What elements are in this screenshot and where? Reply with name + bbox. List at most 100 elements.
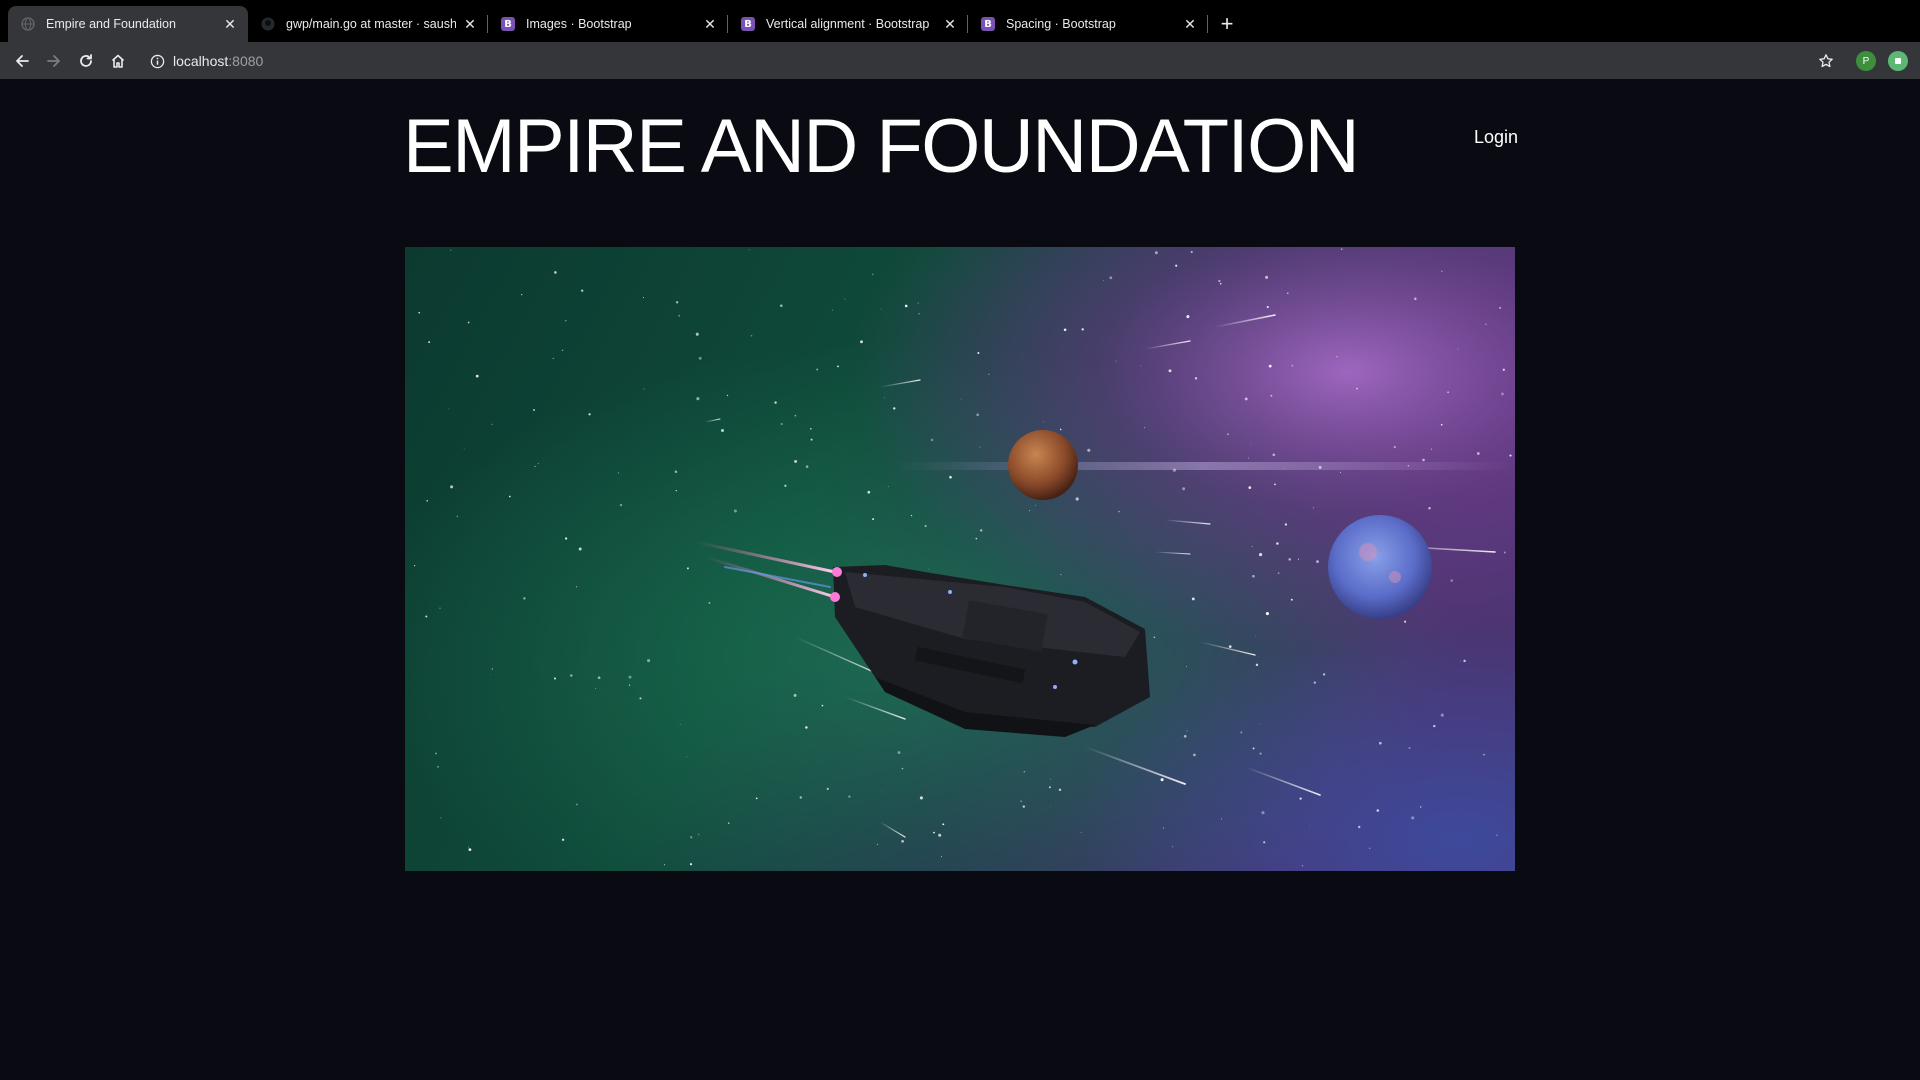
star: [1218, 279, 1221, 283]
space-scene-image: [405, 247, 1515, 871]
star: [1274, 483, 1276, 486]
star: [1144, 427, 1146, 429]
star: [733, 509, 737, 513]
star: [475, 374, 479, 378]
star: [1118, 510, 1120, 513]
reload-button[interactable]: [72, 47, 100, 75]
globe-icon: [20, 16, 36, 32]
star: [1023, 770, 1026, 773]
url-host: localhost: [173, 53, 229, 69]
star: [1081, 328, 1084, 331]
tab-title: Spacing · Bootstrap: [1006, 17, 1116, 31]
home-button[interactable]: [104, 47, 132, 75]
login-link[interactable]: Login: [1474, 127, 1518, 148]
star: [1440, 423, 1443, 426]
star: [1252, 747, 1255, 750]
star: [917, 302, 919, 304]
close-icon[interactable]: ✕: [702, 16, 718, 32]
star: [1248, 486, 1252, 489]
star: [594, 687, 597, 690]
tab-vertical-alignment-bootstrap[interactable]: B Vertical alignment · Bootstrap ✕: [728, 6, 968, 42]
profile-avatar[interactable]: P: [1856, 51, 1876, 71]
github-icon: [260, 16, 276, 32]
close-icon[interactable]: ✕: [222, 16, 238, 32]
forward-button[interactable]: [40, 47, 68, 75]
star: [1288, 558, 1291, 561]
info-icon[interactable]: [150, 54, 165, 69]
star: [674, 470, 678, 474]
star: [1431, 448, 1432, 450]
tab-empire-and-foundation[interactable]: Empire and Foundation ✕: [8, 6, 248, 42]
star: [1368, 847, 1371, 850]
star: [1259, 752, 1262, 755]
star: [1378, 741, 1382, 745]
star: [805, 726, 808, 729]
star: [904, 304, 908, 308]
star: [561, 838, 565, 841]
star: [639, 697, 642, 700]
star: [456, 515, 458, 518]
star: [1276, 542, 1279, 545]
star: [435, 752, 437, 755]
star: [880, 308, 882, 310]
star: [554, 271, 557, 274]
star: [1255, 663, 1259, 667]
star: [1172, 846, 1174, 848]
star: [1193, 753, 1196, 757]
star: [1049, 805, 1051, 807]
star: [628, 675, 632, 679]
back-button[interactable]: [8, 47, 36, 75]
star: [1191, 597, 1195, 601]
bootstrap-icon: B: [500, 16, 516, 32]
star: [844, 298, 846, 300]
star: [437, 766, 439, 768]
star: [720, 428, 725, 433]
star: [588, 413, 591, 416]
tab-images-bootstrap[interactable]: B Images · Bootstrap ✕: [488, 6, 728, 42]
star: [897, 751, 901, 755]
star: [678, 314, 681, 317]
star: [675, 489, 677, 492]
star: [1058, 788, 1062, 792]
star: [784, 484, 787, 487]
star: [439, 607, 441, 609]
star: [872, 273, 874, 276]
star: [537, 463, 539, 465]
star: [988, 373, 990, 375]
star: [938, 833, 942, 837]
star: [1263, 841, 1266, 844]
site-title: EMPIRE AND FOUNDATION: [403, 104, 1360, 189]
star: [1035, 504, 1037, 506]
star: [1297, 558, 1300, 560]
extension-icon[interactable]: [1888, 51, 1908, 71]
star: [1509, 454, 1512, 457]
star: [1496, 834, 1498, 836]
star: [450, 485, 454, 489]
close-icon[interactable]: ✕: [1182, 16, 1198, 32]
tab-github[interactable]: gwp/main.go at master · saush ✕: [248, 6, 488, 42]
bookmark-button[interactable]: [1812, 47, 1840, 75]
star: [467, 321, 470, 324]
star: [1186, 730, 1188, 732]
star: [755, 797, 758, 800]
star: [1190, 250, 1193, 254]
star: [448, 408, 450, 410]
star: [980, 529, 983, 532]
star: [1393, 445, 1396, 449]
address-bar[interactable]: localhost:8080: [140, 45, 1800, 77]
star: [1020, 800, 1022, 802]
star: [1248, 457, 1250, 459]
close-icon[interactable]: ✕: [462, 16, 478, 32]
star: [1376, 809, 1380, 812]
puzzle-icon: [1895, 58, 1901, 64]
star: [1284, 523, 1288, 526]
close-icon[interactable]: ✕: [942, 16, 958, 32]
tab-spacing-bootstrap[interactable]: B Spacing · Bootstrap ✕: [968, 6, 1208, 42]
star: [1341, 248, 1343, 250]
star: [1404, 620, 1407, 623]
star: [933, 831, 935, 834]
star: [1022, 805, 1026, 808]
new-tab-button[interactable]: +: [1214, 11, 1240, 37]
star: [748, 249, 750, 251]
url-port: :8080: [228, 53, 264, 69]
